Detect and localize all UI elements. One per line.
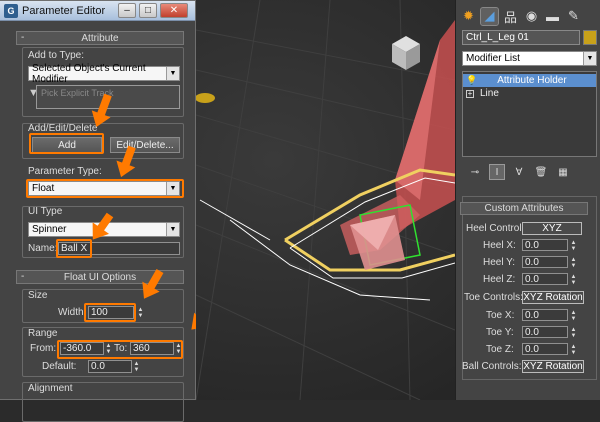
stack-item-line[interactable]: + Line: [463, 87, 596, 100]
editor-body: - Attribute Add to Type: Selected Object…: [6, 25, 190, 422]
toe-x-input[interactable]: 0.0: [522, 309, 568, 321]
heel-z-input[interactable]: 0.0: [522, 273, 568, 285]
rollout-title: Float UI Options: [63, 271, 137, 283]
ui-type-value: Spinner: [32, 224, 67, 235]
maximize-button[interactable]: □: [139, 3, 157, 18]
pin-stack-icon[interactable]: ⊸: [468, 165, 482, 179]
stack-item-attribute-holder[interactable]: 💡 Attribute Holder: [463, 74, 596, 87]
toe-controls-label: Toe Controls:: [464, 292, 523, 303]
parameter-type-label: Parameter Type:: [28, 166, 102, 177]
command-panel: ✹ ◢ 品 ◉ ▬ ✎ Ctrl_L_Leg 01 Modifier List …: [455, 0, 600, 400]
from-label: From:: [30, 343, 57, 354]
modifier-stack: 💡 Attribute Holder + Line: [462, 71, 597, 157]
modifier-list-label: Modifier List: [466, 53, 520, 64]
toe-y-input[interactable]: 0.0: [522, 326, 568, 338]
toe-x-spinner[interactable]: ▲ ▼: [570, 309, 577, 322]
heel-z-spinner[interactable]: ▲ ▼: [570, 273, 577, 286]
object-color-swatch[interactable]: [583, 30, 597, 45]
add-to-type-dropdown[interactable]: Selected Object's Current Modifier ▼: [28, 63, 180, 85]
toe-y-spinner[interactable]: ▲ ▼: [570, 326, 577, 339]
toe-z-input[interactable]: 0.0: [522, 343, 568, 355]
add-to-type-value: Selected Object's Current Modifier: [32, 62, 146, 85]
ball-controls-label: Ball Controls:: [462, 361, 522, 372]
chevron-down-icon: ▼: [166, 223, 179, 236]
close-button[interactable]: ✕: [160, 3, 188, 18]
toe-x-label: Toe X:: [486, 310, 515, 321]
lightbulb-icon[interactable]: 💡: [466, 75, 477, 86]
display-tab-icon[interactable]: ▬: [544, 8, 561, 25]
alignment-label: Alignment: [28, 383, 73, 394]
heel-y-input[interactable]: 0.0: [522, 256, 568, 268]
parameter-editor-window[interactable]: G Parameter Editor – □ ✕ - Attribute Add…: [0, 0, 196, 422]
heel-control-button[interactable]: XYZ: [522, 222, 582, 235]
modify-tab-icon[interactable]: ◢: [480, 6, 499, 26]
heel-x-input[interactable]: 0.0: [522, 239, 568, 251]
toe-controls-button[interactable]: XYZ Rotation: [522, 291, 584, 304]
to-label: To:: [114, 343, 128, 354]
to-input[interactable]: 360: [130, 342, 174, 355]
from-spinner[interactable]: ▲ ▼: [105, 342, 112, 355]
size-label: Size: [28, 290, 48, 301]
from-input[interactable]: -360.0: [60, 342, 104, 355]
parameter-type-value: Float: [32, 183, 55, 194]
motion-tab-icon[interactable]: ◉: [523, 8, 540, 25]
minimize-button[interactable]: –: [118, 3, 136, 18]
toe-z-label: Toe Z:: [486, 344, 514, 355]
create-tab-icon[interactable]: ✹: [460, 8, 477, 25]
rollout-collapse-icon: -: [21, 32, 25, 43]
object-name-field[interactable]: Ctrl_L_Leg 01: [462, 30, 580, 45]
heel-z-label: Heel Z:: [483, 274, 516, 285]
make-unique-icon[interactable]: ∀: [512, 165, 526, 179]
add-button[interactable]: Add: [32, 137, 102, 153]
toe-z-spinner[interactable]: ▲ ▼: [570, 343, 577, 356]
app-icon: G: [4, 3, 18, 18]
parameter-type-dropdown[interactable]: Float ▼: [28, 181, 180, 196]
range-label: Range: [28, 328, 58, 339]
chevron-down-icon: ▼: [166, 182, 179, 195]
rollout-title: Attribute: [81, 32, 119, 44]
rollout-collapse-icon: -: [21, 271, 25, 282]
window-title: Parameter Editor: [22, 4, 106, 17]
chevron-down-icon: ▼: [166, 67, 179, 80]
hierarchy-tab-icon[interactable]: 品: [502, 8, 519, 25]
utilities-tab-icon[interactable]: ✎: [565, 8, 582, 25]
custom-attributes-title[interactable]: Custom Attributes: [460, 202, 588, 215]
default-spinner[interactable]: ▲ ▼: [133, 360, 140, 373]
heel-y-spinner[interactable]: ▲ ▼: [570, 256, 577, 269]
show-end-result-icon[interactable]: Ι: [489, 164, 505, 180]
stack-item-label: Line: [480, 88, 499, 99]
add-to-type-label: Add to Type:: [28, 50, 84, 61]
ui-type-dropdown[interactable]: Spinner ▼: [28, 222, 180, 237]
heel-control-label: Heel Control:: [466, 223, 525, 234]
heel-y-label: Heel Y:: [483, 257, 516, 268]
name-input[interactable]: Ball X: [58, 242, 180, 255]
heel-x-label: Heel X:: [483, 240, 516, 251]
remove-modifier-icon[interactable]: 🗑: [534, 165, 548, 179]
configure-sets-icon[interactable]: ▦: [556, 165, 570, 179]
pick-explicit-track-label: Pick Explicit Track: [41, 88, 114, 98]
ball-controls-button[interactable]: XYZ Rotation: [522, 360, 584, 373]
pick-explicit-track-button[interactable]: Pick Explicit Track: [36, 85, 180, 109]
heel-x-spinner[interactable]: ▲ ▼: [570, 239, 577, 252]
edit-delete-button[interactable]: Edit/Delete...: [110, 137, 180, 153]
width-spinner[interactable]: ▲ ▼: [137, 306, 144, 319]
stack-toolbar: ⊸ Ι ∀ 🗑 ▦: [462, 163, 597, 181]
to-spinner[interactable]: ▲ ▼: [175, 342, 182, 355]
width-input[interactable]: 100: [88, 306, 134, 319]
ui-type-label: UI Type: [28, 206, 63, 217]
default-label: Default:: [42, 361, 77, 372]
toe-y-label: Toe Y:: [486, 327, 514, 338]
float-ui-options-rollout[interactable]: - Float UI Options: [16, 270, 184, 284]
name-label: Name:: [28, 243, 58, 254]
default-input[interactable]: 0.0: [88, 360, 132, 373]
add-edit-delete-label: Add/Edit/Delete: [28, 123, 98, 134]
stack-item-label: Attribute Holder: [497, 75, 567, 86]
expand-icon[interactable]: +: [466, 89, 474, 98]
modifier-list-dropdown[interactable]: Modifier List ▼: [462, 51, 597, 66]
command-panel-tabs: ✹ ◢ 品 ◉ ▬ ✎: [456, 0, 600, 32]
attribute-rollout[interactable]: - Attribute: [16, 31, 184, 45]
window-titlebar[interactable]: G Parameter Editor – □ ✕: [0, 1, 195, 21]
width-label: Width:: [58, 307, 87, 318]
chevron-down-icon: ▼: [583, 52, 596, 65]
